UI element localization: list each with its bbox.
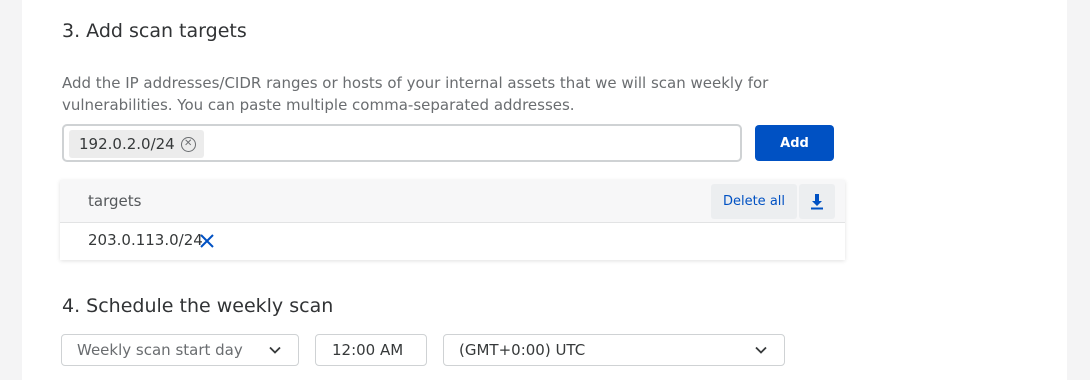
section-3-description: Add the IP addresses/CIDR ranges or host… [62,74,769,114]
download-button[interactable] [799,184,835,219]
targets-table: targets Delete all 203.0.113.0/24 [60,180,845,260]
section-3-heading: 3. Add scan targets [62,20,247,42]
chevron-down-icon [755,346,767,354]
chevron-down-icon [269,346,281,354]
table-row: 203.0.113.0/24 [60,223,845,259]
timezone-select[interactable]: (GMT+0:00) UTC [443,334,785,366]
target-chip-label: 192.0.2.0/24 [79,135,175,153]
add-button[interactable]: Add [755,125,834,161]
start-day-select-label: Weekly scan start day [77,341,243,359]
delete-all-button[interactable]: Delete all [711,184,797,219]
target-value: 203.0.113.0/24 [88,231,203,249]
download-icon [811,193,823,209]
start-day-select[interactable]: Weekly scan start day [61,334,299,366]
target-chip: 192.0.2.0/24 ✕ [69,130,204,158]
targets-column-header: targets [88,192,142,210]
remove-target-icon[interactable] [200,234,214,248]
start-time-input[interactable]: 12:00 AM [315,334,427,366]
targets-table-header: targets Delete all [60,180,845,223]
start-time-value: 12:00 AM [332,341,404,359]
section-4-heading: 4. Schedule the weekly scan [62,295,334,317]
remove-chip-icon[interactable]: ✕ [180,136,196,152]
timezone-select-label: (GMT+0:00) UTC [459,341,586,359]
targets-input[interactable]: 192.0.2.0/24 ✕ [62,124,742,162]
